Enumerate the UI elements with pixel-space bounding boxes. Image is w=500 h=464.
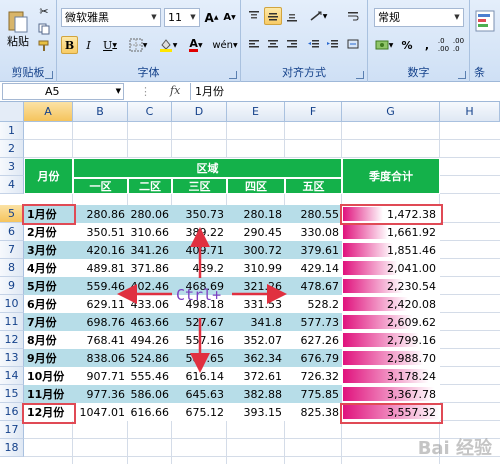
- watermark: Bai 经验: [417, 438, 492, 459]
- ctrl-label: Ctrl+: [176, 286, 222, 304]
- ctrl-arrows: [117, 227, 287, 373]
